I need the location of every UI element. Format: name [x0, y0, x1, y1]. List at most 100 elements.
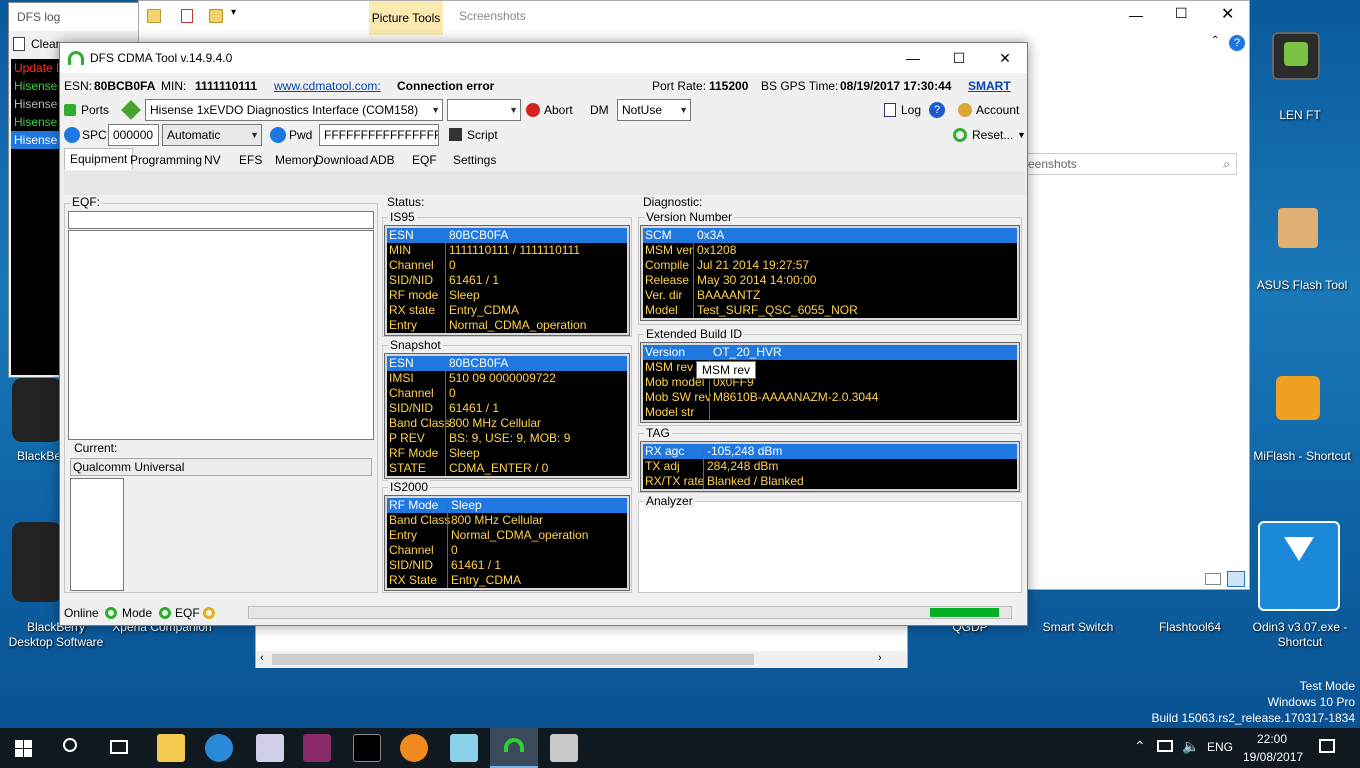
title-bar[interactable]: DFS CDMA Tool v.14.9.4.0 — ☐ ✕ [60, 43, 1027, 73]
chevron-down-icon[interactable]: ▾ [231, 7, 236, 18]
spc-mode-select[interactable]: Automatic ▼ [162, 124, 262, 146]
table-row[interactable]: IMSI 510 09 0000009722 [387, 371, 627, 386]
snapshot-table[interactable]: ESN 80BCB0FA IMSI 510 09 0000009722 Channel 0… [384, 353, 630, 479]
properties-icon[interactable] [181, 9, 193, 23]
new-folder-icon[interactable] [209, 9, 223, 23]
table-row[interactable]: RX State Entry_CDMA [387, 573, 627, 588]
ext-build-table[interactable]: Version OT_20_HVR MSM rev Mob model 0x0FF9 Mo… [640, 342, 1020, 423]
network-icon[interactable] [1157, 740, 1173, 752]
table-row[interactable]: RF mode Sleep [387, 288, 627, 303]
close-button[interactable]: ✕ [1221, 4, 1234, 24]
pwd-input[interactable]: FFFFFFFFFFFFFFFF [319, 124, 439, 146]
large-icons-view-icon[interactable] [1227, 571, 1245, 587]
spc-input[interactable]: 000000 [108, 124, 159, 146]
tag-table[interactable]: RX agc -105,248 dBm TX adj 284,248 dBm RX/TX… [640, 441, 1020, 492]
eqf-input[interactable] [68, 211, 374, 229]
reset-button[interactable]: Reset... [972, 123, 1013, 147]
blackberry-icon[interactable] [12, 522, 62, 602]
current-list[interactable] [70, 478, 124, 591]
table-row[interactable]: RF Mode Sleep [387, 446, 627, 461]
eqf-list[interactable] [68, 230, 374, 440]
ports-button[interactable]: Ports [81, 98, 109, 122]
desktop-icon-label[interactable]: Flashtool64 [1150, 620, 1230, 635]
start-button[interactable] [15, 740, 32, 757]
folder-icon[interactable] [147, 9, 161, 23]
dfs-cdma-tool-window[interactable]: DFS CDMA Tool v.14.9.4.0 — ☐ ✕ ESN: 80BC… [59, 42, 1028, 626]
chevron-up-icon[interactable]: ⌃ [1134, 738, 1146, 755]
table-row[interactable]: RX agc -105,248 dBm [643, 444, 1017, 459]
details-view-icon[interactable] [1205, 573, 1221, 585]
table-row[interactable]: Model Test_SURF_QSC_6055_NOR [643, 303, 1017, 318]
asus-flash-tool-icon[interactable] [1278, 208, 1318, 248]
volume-icon[interactable]: 🔈 [1182, 738, 1199, 755]
table-row[interactable]: RF Mode Sleep [387, 498, 627, 513]
clock-date[interactable]: 19/08/2017 [1243, 750, 1303, 764]
is2000-table[interactable]: RF Mode Sleep Band Class 800 MHz Cellular En… [384, 495, 630, 591]
table-row[interactable]: Model str [643, 405, 1017, 420]
table-row[interactable]: TX adj 284,248 dBm [643, 459, 1017, 474]
table-row[interactable]: Channel 0 [387, 386, 627, 401]
account-button[interactable]: Account [976, 98, 1019, 122]
table-row[interactable]: Entry Normal_CDMA_operation [387, 528, 627, 543]
smart-link[interactable]: SMART [968, 74, 1011, 98]
table-row[interactable]: Release May 30 2014 14:00:00 [643, 273, 1017, 288]
desktop-icon-label[interactable]: Odin3 v3.07.exe - Shortcut [1250, 620, 1350, 650]
is95-table[interactable]: ESN 80BCB0FA MIN 1111110111 / 1111110111 Cha… [384, 225, 630, 336]
table-row[interactable]: Ver. dir BAAAANTZ [643, 288, 1017, 303]
script-button[interactable]: Script [467, 123, 498, 147]
tab-efs[interactable]: EFS [234, 150, 267, 170]
port-select[interactable]: Hisense 1xEVDO Diagnostics Interface (CO… [145, 99, 443, 121]
secondary-select[interactable]: ▼ [447, 99, 521, 121]
language-indicator[interactable]: ENG [1207, 740, 1233, 754]
table-row[interactable]: SID/NID 61461 / 1 [387, 558, 627, 573]
table-row[interactable]: SCM 0x3A [643, 228, 1017, 243]
table-row[interactable]: P REV BS: 9, USE: 9, MOB: 9 [387, 431, 627, 446]
desktop-icon-label[interactable]: ASUS Flash Tool [1250, 278, 1354, 293]
tab-programming[interactable]: Programming [125, 150, 207, 170]
dm-select[interactable]: NotUse ▼ [617, 99, 691, 121]
cdmatool-link[interactable]: www.cdmatool.com: [274, 74, 381, 98]
desktop-icon-label[interactable]: BlackBe [14, 449, 64, 464]
clock-time[interactable]: 22:00 [1257, 732, 1287, 746]
table-row[interactable]: MSM ver 0x1208 [643, 243, 1017, 258]
search-icon[interactable] [63, 738, 77, 752]
table-row[interactable]: Version OT_20_HVR [643, 345, 1017, 360]
blackberry-icon-2[interactable] [12, 378, 62, 442]
help-icon[interactable]: ? [929, 102, 945, 118]
table-row[interactable]: SID/NID 61461 / 1 [387, 273, 627, 288]
len-ft-icon[interactable] [1272, 32, 1320, 80]
minimize-button[interactable]: — [1129, 7, 1143, 23]
table-row[interactable]: Compile Jul 21 2014 19:27:57 [643, 258, 1017, 273]
winrar-icon[interactable] [303, 734, 331, 762]
browser-icon[interactable] [205, 734, 233, 762]
app-icon[interactable] [256, 734, 284, 762]
desktop-icon-label[interactable]: LEN FT [1265, 108, 1335, 123]
desktop-icon-label[interactable]: MiFlash - Shortcut [1250, 449, 1354, 464]
connect-icon[interactable] [121, 100, 141, 120]
media-player-icon[interactable] [400, 734, 428, 762]
miflash-icon[interactable] [1276, 376, 1320, 420]
dfs-taskbar-button[interactable] [490, 728, 538, 768]
chevron-up-icon[interactable]: ⌃ [1211, 35, 1219, 46]
maximize-button[interactable]: ☐ [1175, 5, 1188, 22]
network-tool-icon[interactable] [550, 734, 578, 762]
clear-button[interactable]: Clear [31, 37, 60, 51]
table-row[interactable]: Channel 0 [387, 543, 627, 558]
desktop-icon-label[interactable]: Smart Switch [1036, 620, 1120, 635]
table-row[interactable]: Band Class 800 MHz Cellular [387, 513, 627, 528]
table-row[interactable]: Entry Normal_CDMA_operation [387, 318, 627, 333]
table-row[interactable]: ESN 80BCB0FA [387, 356, 627, 371]
chevron-down-icon[interactable]: ▼ [1017, 123, 1026, 147]
help-icon[interactable]: ? [1229, 35, 1245, 51]
tab-settings[interactable]: Settings [448, 150, 501, 170]
close-button[interactable]: ✕ [982, 43, 1028, 73]
file-explorer-icon[interactable] [157, 734, 185, 762]
horizontal-scrollbar[interactable]: ‹ › [256, 651, 907, 668]
maximize-button[interactable]: ☐ [936, 43, 982, 73]
scroll-right-icon[interactable]: › [878, 652, 882, 664]
abort-button[interactable]: Abort [544, 98, 573, 122]
scroll-left-icon[interactable]: ‹ [260, 652, 264, 664]
table-row[interactable]: Band Class 800 MHz Cellular [387, 416, 627, 431]
tab-equipment[interactable]: Equipment [64, 148, 134, 170]
table-row[interactable]: SID/NID 61461 / 1 [387, 401, 627, 416]
